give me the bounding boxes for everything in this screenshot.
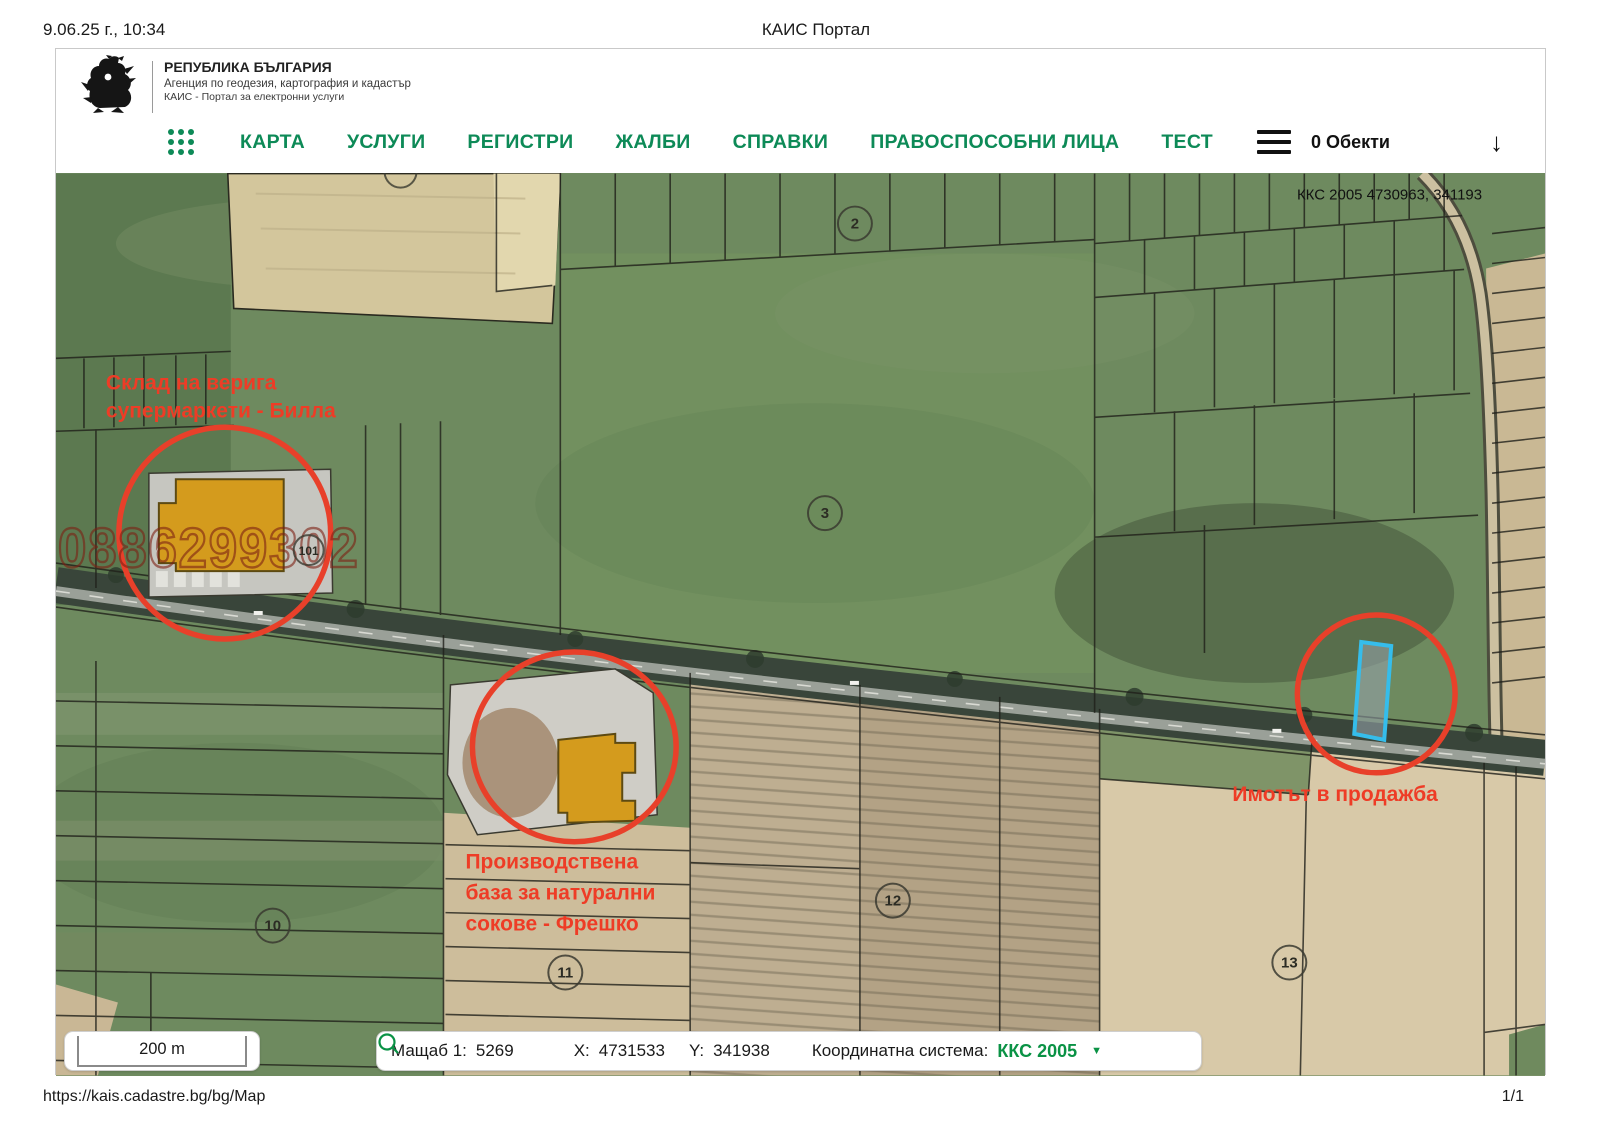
nav-item-pravosposobni-litsa[interactable]: ПРАВОСПОСОБНИ ЛИЦА	[870, 131, 1119, 154]
header-divider	[152, 61, 153, 113]
field-vineyard-rows	[690, 671, 1099, 1075]
map-status-bar: Мащаб 1: 5269 X: 4731533 Y: 341938 Коорд…	[376, 1031, 1202, 1071]
print-datetime: 9.06.25 г., 10:34	[43, 20, 165, 40]
org-name: РЕПУБЛИКА БЪЛГАРИЯ	[164, 59, 411, 77]
map-corner-reference: ККС 2005 4730963, 341193	[1297, 187, 1482, 204]
parcel-label-13: 13	[1281, 955, 1298, 972]
nav-item-zhalbi[interactable]: ЖАЛБИ	[615, 131, 690, 154]
print-title: КАИС Портал	[762, 20, 870, 40]
footer-url: https://kais.cadastre.bg/bg/Map	[43, 1088, 265, 1106]
search-icon	[377, 1032, 401, 1056]
footer-page-indicator: 1/1	[1502, 1088, 1524, 1106]
x-label: X:	[574, 1041, 590, 1061]
portal-frame: РЕПУБЛИКА БЪЛГАРИЯ Агенция по геодезия, …	[55, 48, 1546, 1075]
map-canvas[interactable]: 0886299302 2 3 101 10 11 12	[56, 173, 1545, 1076]
annotation-freshko-line1: Производствена	[465, 851, 638, 874]
objects-count[interactable]: 0 Обекти	[1311, 132, 1390, 153]
x-value: 4731533	[599, 1041, 665, 1061]
nav-item-test[interactable]: ТЕСТ	[1161, 131, 1213, 154]
nav-item-registri[interactable]: РЕГИСТРИ	[467, 131, 573, 154]
annotation-billa-line2: супермаркети - Билла	[106, 399, 336, 422]
lion-coat-of-arms-logo	[78, 55, 142, 113]
kais-portal-page: { "print_header": { "datetime": "9.06.25…	[0, 0, 1600, 1131]
scale-label: Мащаб 1:	[391, 1041, 467, 1061]
scale-bar-label: 200 m	[77, 1036, 247, 1067]
parcel-label-3: 3	[821, 505, 829, 522]
parcel-for-sale-highlight[interactable]	[1354, 642, 1391, 740]
annotation-freshko-line3: сокове - Фрешко	[465, 913, 638, 936]
org-portal: КАИС - Портал за електронни услуги	[164, 91, 411, 104]
parcel-label-101: 101	[299, 544, 319, 558]
org-agency: Агенция по геодезия, картография и кадас…	[164, 77, 411, 91]
crs-label: Координатна система:	[812, 1041, 989, 1061]
menu-hamburger-icon[interactable]	[1257, 130, 1291, 154]
main-nav: КАРТА УСЛУГИ РЕГИСТРИ ЖАЛБИ СПРАВКИ ПРАВ…	[168, 115, 1529, 169]
site-header: РЕПУБЛИКА БЪЛГАРИЯ Агенция по геодезия, …	[56, 49, 1545, 173]
nav-item-karta[interactable]: КАРТА	[240, 131, 305, 154]
annotation-freshko-line2: база за натурални	[465, 882, 655, 905]
parcel-label-12: 12	[885, 893, 902, 910]
cadastre-map[interactable]: 0886299302 2 3 101 10 11 12	[56, 173, 1545, 1076]
y-label: Y:	[689, 1041, 704, 1061]
annotation-billa-line1: Склад на верига	[106, 371, 277, 394]
parcel-label-11: 11	[557, 965, 573, 982]
crs-select[interactable]: ККС 2005	[997, 1041, 1077, 1062]
apps-grid-icon[interactable]	[168, 129, 194, 155]
crs-dropdown-caret-icon[interactable]: ▼	[1091, 1045, 1102, 1057]
scale-value: 5269	[476, 1041, 514, 1061]
download-arrow-icon[interactable]: ↓	[1490, 129, 1503, 155]
annotation-sale: Имотът в продажба	[1232, 783, 1438, 806]
org-block: РЕПУБЛИКА БЪЛГАРИЯ Агенция по геодезия, …	[164, 59, 411, 104]
nav-item-uslugi[interactable]: УСЛУГИ	[347, 131, 425, 154]
scale-bar: 200 m	[64, 1031, 260, 1071]
parcel-label-10: 10	[264, 918, 281, 935]
parcel-label-2: 2	[851, 216, 859, 233]
y-value: 341938	[713, 1041, 770, 1061]
nav-item-spravki[interactable]: СПРАВКИ	[733, 131, 829, 154]
